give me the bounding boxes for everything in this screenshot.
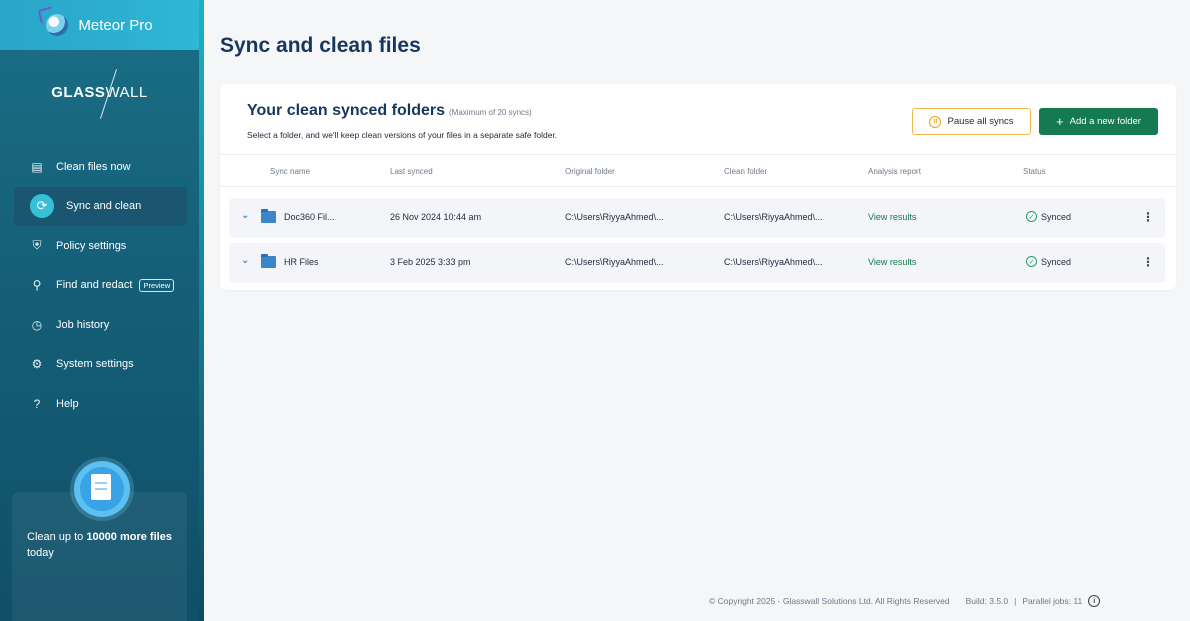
footer-separator: | xyxy=(1014,596,1017,606)
sidebar-item-clean-files-now[interactable]: ▤ Clean files now xyxy=(0,147,199,187)
sidebar-divider xyxy=(199,0,204,621)
app-name: Meteor Pro xyxy=(78,16,153,34)
promo-suffix: today xyxy=(27,547,54,559)
sidebar-item-label: System settings xyxy=(56,358,134,371)
chevron-down-icon[interactable]: ⌄ xyxy=(241,210,249,221)
clean-files-icon: ▤ xyxy=(31,159,43,174)
folder-icon xyxy=(261,209,276,223)
chevron-down-icon[interactable]: ⌄ xyxy=(241,255,249,266)
clock-icon: ◷ xyxy=(31,317,43,332)
table-header: Sync name Last synced Original folder Cl… xyxy=(220,154,1176,187)
sidebar-item-help[interactable]: ? Help xyxy=(0,384,199,424)
more-options-icon[interactable]: ⋮ xyxy=(1142,210,1154,224)
sidebar-item-policy-settings[interactable]: ⛨ Policy settings xyxy=(0,226,199,266)
pause-label: Pause all syncs xyxy=(947,116,1014,127)
view-results-link[interactable]: View results xyxy=(868,257,916,267)
check-circle-icon: ✓ xyxy=(1026,211,1037,222)
column-header[interactable]: Last synced xyxy=(390,167,433,176)
last-synced: 3 Feb 2025 3:33 pm xyxy=(390,257,471,267)
folder-icon xyxy=(261,254,276,268)
card-title: Your clean synced folders (Maximum of 20 … xyxy=(247,102,532,120)
sync-icon: ⟳ xyxy=(30,194,54,219)
clean-document-icon xyxy=(74,461,130,517)
sidebar: Meteor Pro GLASSWALL ▤ Clean files now ⟳… xyxy=(0,0,203,621)
pause-icon: II xyxy=(929,115,942,128)
sidebar-item-label: Sync and clean xyxy=(66,200,142,213)
card-title-text: Your clean synced folders xyxy=(247,102,445,119)
gear-icon: ⚙ xyxy=(31,357,43,372)
status-text: Synced xyxy=(1041,211,1072,222)
pause-all-syncs-button[interactable]: II Pause all syncs xyxy=(912,108,1031,135)
sync-name: Doc360 Fil... xyxy=(284,212,335,222)
original-folder: C:\Users\RiyyaAhmed\... xyxy=(565,257,664,267)
card-subtitle: Select a folder, and we'll keep clean ve… xyxy=(247,130,558,140)
status-badge: ✓ Synced xyxy=(1026,211,1071,222)
promo-bold: 10000 more files xyxy=(86,531,172,543)
add-folder-button[interactable]: + Add a new folder xyxy=(1039,108,1158,135)
app-header: Meteor Pro xyxy=(0,0,199,50)
add-label: Add a new folder xyxy=(1069,116,1141,127)
brand-light: WALL xyxy=(105,83,148,101)
page-title: Sync and clean files xyxy=(220,34,421,57)
parallel-jobs-text: Parallel jobs: 11 xyxy=(1022,596,1083,606)
sidebar-nav: ▤ Clean files now ⟳ Sync and clean ⛨ Pol… xyxy=(0,147,199,424)
original-folder: C:\Users\RiyyaAhmed\... xyxy=(565,212,664,222)
synced-folders-card: Your clean synced folders (Maximum of 20 … xyxy=(220,84,1176,290)
copyright-text: © Copyright 2025 - Glasswall Solutions L… xyxy=(709,596,950,606)
clean-folder: C:\Users\RiyyaAhmed\... xyxy=(724,257,823,267)
shield-icon: ⛨ xyxy=(32,238,42,253)
column-header[interactable]: Status xyxy=(1023,167,1046,176)
sidebar-item-label: Policy settings xyxy=(56,239,127,252)
brand-bold: GLASS xyxy=(51,83,106,101)
info-icon[interactable]: i xyxy=(1088,595,1101,607)
sidebar-item-sync-and-clean[interactable]: ⟳ Sync and clean xyxy=(14,186,187,226)
help-icon: ? xyxy=(33,396,41,411)
sidebar-item-label: Help xyxy=(56,397,79,410)
promo-prefix: Clean up to xyxy=(27,531,87,543)
sidebar-item-label: Job history xyxy=(56,318,110,331)
sidebar-item-find-and-redact[interactable]: ⚲ Find and redact Preview xyxy=(0,266,199,306)
meteor-logo-icon xyxy=(46,14,69,36)
table-row[interactable]: ⌄ HR Files 3 Feb 2025 3:33 pm C:\Users\R… xyxy=(229,243,1165,283)
last-synced: 26 Nov 2024 10:44 am xyxy=(390,212,482,222)
column-header[interactable]: Analysis report xyxy=(868,167,921,176)
glasswall-logo: GLASSWALL xyxy=(0,62,199,122)
more-options-icon[interactable]: ⋮ xyxy=(1142,255,1154,269)
card-title-note: (Maximum of 20 syncs) xyxy=(449,108,532,117)
find-redact-icon: ⚲ xyxy=(32,278,42,293)
table-row[interactable]: ⌄ Doc360 Fil... 26 Nov 2024 10:44 am C:\… xyxy=(229,198,1165,238)
plus-icon: + xyxy=(1056,114,1064,129)
sidebar-item-label: Clean files now xyxy=(56,160,131,173)
column-header[interactable]: Sync name xyxy=(270,167,310,176)
status-text: Synced xyxy=(1041,256,1072,267)
status-badge: ✓ Synced xyxy=(1026,256,1071,267)
view-results-link[interactable]: View results xyxy=(868,212,916,222)
footer: © Copyright 2025 - Glasswall Solutions L… xyxy=(709,595,1101,607)
preview-badge: Preview xyxy=(139,278,175,292)
check-circle-icon: ✓ xyxy=(1026,256,1037,267)
sidebar-item-system-settings[interactable]: ⚙ System settings xyxy=(0,345,199,385)
clean-folder: C:\Users\RiyyaAhmed\... xyxy=(724,212,823,222)
sync-name: HR Files xyxy=(284,257,319,267)
promo-text: Clean up to 10000 more files today xyxy=(27,529,177,561)
build-text: Build: 3.5.0 xyxy=(965,596,1009,606)
sidebar-item-label: Find and redact xyxy=(56,279,133,292)
sidebar-item-job-history[interactable]: ◷ Job history xyxy=(0,305,199,345)
column-header[interactable]: Original folder xyxy=(565,167,615,176)
column-header[interactable]: Clean folder xyxy=(724,167,767,176)
